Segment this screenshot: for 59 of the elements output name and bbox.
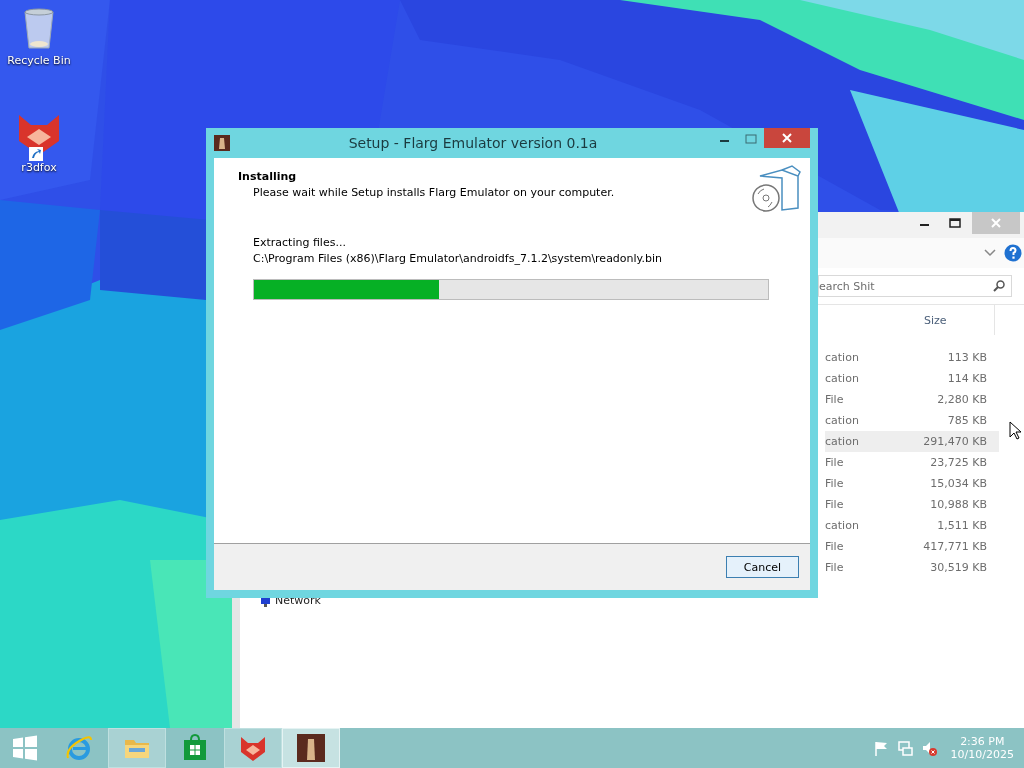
windows-logo-icon — [12, 735, 38, 761]
type-cell: File — [825, 477, 844, 490]
chevron-icon[interactable] — [984, 249, 996, 257]
type-cell: cation — [825, 351, 859, 364]
size-cell: 23,725 KB — [930, 456, 987, 469]
type-cell: File — [825, 561, 844, 574]
close-button[interactable] — [764, 128, 810, 148]
size-cell: 113 KB — [947, 351, 987, 364]
status-text: Extracting files... — [253, 235, 347, 251]
section-description: Please wait while Setup installs Flarg Emulator on your computer. — [253, 186, 615, 199]
file-row[interactable]: cation 785 KB — [825, 410, 999, 431]
help-icon[interactable] — [1004, 244, 1022, 262]
close-icon[interactable] — [782, 133, 792, 143]
software-box-icon — [752, 164, 802, 214]
app-icon[interactable] — [214, 135, 230, 151]
mouse-pointer-icon — [1009, 421, 1021, 440]
window-title: Setup - Flarg Emulator version 0.1a — [347, 135, 599, 151]
search-field[interactable]: earch Shit — [818, 275, 1012, 297]
file-row[interactable]: cation 291,470 KB — [825, 431, 999, 452]
icon-label[interactable]: Recycle Bin — [7, 54, 71, 67]
type-cell: File — [825, 498, 844, 511]
type-cell: cation — [825, 414, 859, 427]
file-row[interactable]: cation 114 KB — [825, 368, 999, 389]
shopping-bag-icon — [181, 734, 209, 762]
type-cell: cation — [825, 372, 859, 385]
size-cell: 291,470 KB — [923, 435, 987, 448]
file-row[interactable]: File 10,988 KB — [825, 494, 999, 515]
size-cell: 114 KB — [947, 372, 987, 385]
taskbar-button[interactable] — [282, 728, 340, 768]
search-placeholder: earch Shit — [819, 279, 875, 293]
file-row[interactable]: cation 1,511 KB — [825, 515, 999, 536]
size-cell: 10,988 KB — [930, 498, 987, 511]
file-row[interactable]: File 2,280 KB — [825, 389, 999, 410]
cancel-button[interactable]: Cancel — [726, 556, 799, 578]
file-row[interactable]: cation 113 KB — [825, 347, 999, 368]
size-cell: 1,511 KB — [937, 519, 987, 532]
size-cell: 785 KB — [947, 414, 987, 427]
type-cell: File — [825, 393, 844, 406]
size-cell: 30,519 KB — [930, 561, 987, 574]
search-icon[interactable] — [993, 280, 1005, 292]
size-cell: 2,280 KB — [937, 393, 987, 406]
file-row[interactable]: File 30,519 KB — [825, 557, 999, 578]
icon-label[interactable]: r3dfox — [21, 161, 57, 174]
ie-icon — [65, 734, 93, 762]
type-cell: File — [825, 456, 844, 469]
size-cell: 15,034 KB — [930, 477, 987, 490]
column-header[interactable]: Size — [916, 313, 994, 327]
file-row[interactable]: File 15,034 KB — [825, 473, 999, 494]
file-path: C:\Program Files (x86)\Flarg Emulator\androidfs_7.1.2\system\readonly.bin — [253, 251, 664, 267]
file-row[interactable]: File 417,771 KB — [825, 536, 999, 557]
type-cell: cation — [825, 435, 859, 448]
section-heading: Installing — [238, 170, 298, 183]
app-icon — [297, 734, 325, 762]
type-cell: cation — [825, 519, 859, 532]
type-cell: File — [825, 540, 844, 553]
file-row[interactable]: File 23,725 KB — [825, 452, 999, 473]
fox-icon — [239, 734, 267, 762]
size-cell: 417,771 KB — [923, 540, 987, 553]
maximize-icon[interactable] — [949, 218, 961, 228]
